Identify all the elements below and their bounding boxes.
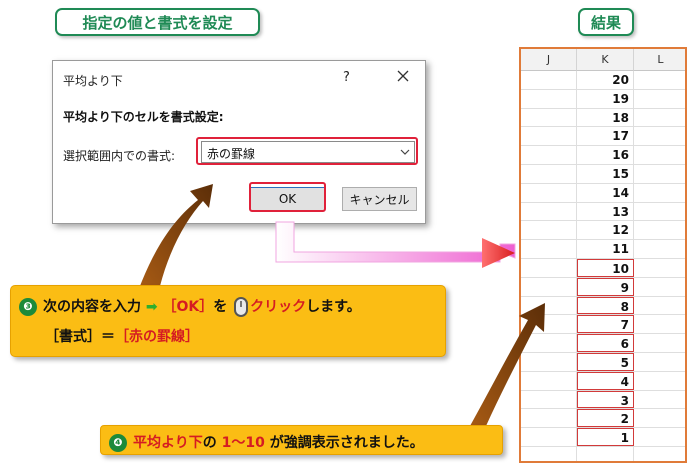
pointer-arrow-left xyxy=(140,184,213,286)
step4-below-avg: 平均より下 xyxy=(133,435,203,451)
step3-ok: ［OK］ xyxy=(162,299,214,315)
step3-text4: します。 xyxy=(306,299,361,315)
arrows-overlay xyxy=(140,184,545,426)
step3-text2: を xyxy=(213,299,228,315)
step4-range: 1～10 xyxy=(221,435,265,451)
step4-rest: が強調表示されました。 xyxy=(269,435,424,451)
step4-number: ❹ xyxy=(109,434,127,452)
step3-text1: 次の内容を入力 xyxy=(43,299,141,315)
mouse-icon xyxy=(234,297,249,317)
step3-number: ❸ xyxy=(19,298,37,316)
step4-text: ❹ 平均より下の 1～10 が強調表示されました。 xyxy=(109,432,424,452)
result-arrow xyxy=(275,221,516,263)
step3-line2: ［書式］＝［赤の罫線］ xyxy=(45,326,199,346)
step4-no: の xyxy=(202,435,217,451)
step3-callout: ❸ 次の内容を入力 ➡ ［OK］を クリックします。 ［書式］＝［赤の罫線］ xyxy=(10,285,446,357)
result-arrow-head xyxy=(482,238,515,268)
step3-line1: ❸ 次の内容を入力 ➡ ［OK］を クリックします。 xyxy=(19,296,361,317)
step3-click: クリック xyxy=(250,299,307,315)
right-arrow-icon: ➡ xyxy=(145,299,158,315)
step3-format-key: ［書式］＝ xyxy=(45,329,115,345)
pointer-arrow-right xyxy=(470,303,545,426)
step3-format-value: ［赤の罫線］ xyxy=(115,329,199,345)
step4-callout: ❹ 平均より下の 1～10 が強調表示されました。 xyxy=(100,425,503,455)
